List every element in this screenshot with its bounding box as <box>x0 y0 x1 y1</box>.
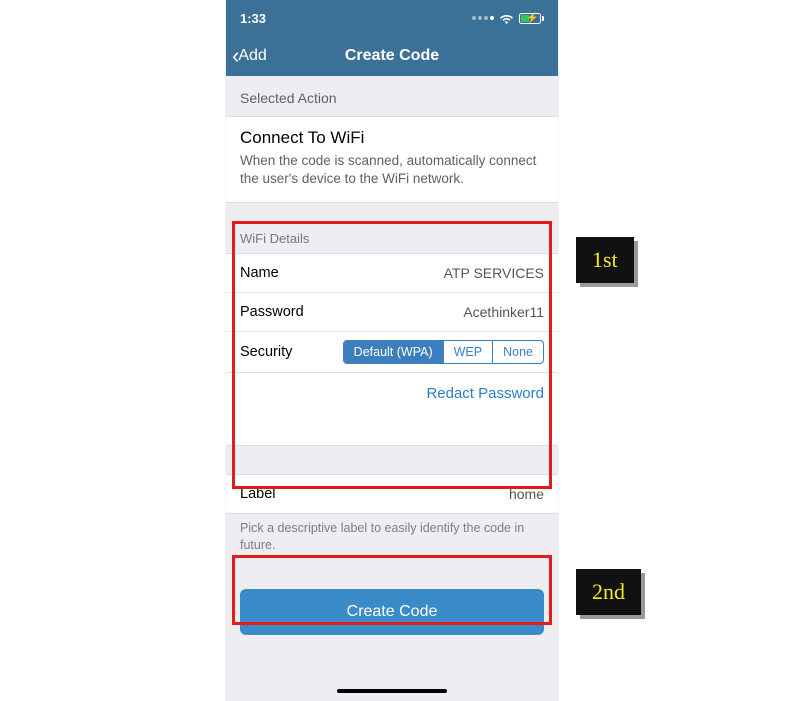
status-bar: 1:33 ⚡ <box>226 0 558 36</box>
battery-icon: ⚡ <box>519 13 544 24</box>
action-title: Connect To WiFi <box>240 128 544 148</box>
label-field-value: home <box>509 486 544 502</box>
wifi-security-row: Security Default (WPA) WEP None <box>226 332 558 372</box>
page-title: Create Code <box>345 47 439 65</box>
redact-row: Redact Password <box>226 373 558 446</box>
wifi-name-value: ATP SERVICES <box>444 265 544 281</box>
annotation-badge-2: 2nd <box>576 569 641 615</box>
wifi-password-value: Acethinker11 <box>463 304 544 320</box>
selected-action-block: Connect To WiFi When the code is scanned… <box>226 116 558 203</box>
wifi-name-row[interactable]: Name ATP SERVICES <box>226 254 558 293</box>
wifi-password-row[interactable]: Password Acethinker11 <box>226 293 558 332</box>
phone-screen: 1:33 ⚡ ‹ Add Create Code Selected Action… <box>226 0 558 701</box>
back-button[interactable]: ‹ Add <box>232 36 267 76</box>
nav-bar: ‹ Add Create Code <box>226 36 558 76</box>
label-help-text: Pick a descriptive label to easily ident… <box>226 514 558 578</box>
back-label: Add <box>238 47 266 65</box>
create-code-button[interactable]: Create Code <box>240 589 544 635</box>
label-field-label: Label <box>240 486 275 502</box>
security-option-wep[interactable]: WEP <box>443 341 492 363</box>
security-segmented-control: Default (WPA) WEP None <box>343 340 544 364</box>
home-indicator[interactable] <box>337 689 447 693</box>
status-time: 1:33 <box>240 11 266 26</box>
cell-signal-icon <box>472 16 494 20</box>
security-option-default[interactable]: Default (WPA) <box>344 341 443 363</box>
wifi-name-label: Name <box>240 265 279 281</box>
wifi-icon <box>499 13 514 24</box>
selected-action-header: Selected Action <box>226 76 558 116</box>
redact-password-link[interactable]: Redact Password <box>426 385 544 402</box>
security-option-none[interactable]: None <box>492 341 543 363</box>
action-description: When the code is scanned, automatically … <box>240 152 544 188</box>
wifi-details-group: Name ATP SERVICES Password Acethinker11 … <box>226 253 558 373</box>
annotation-badge-1: 1st <box>576 237 634 283</box>
label-row[interactable]: Label home <box>226 475 558 513</box>
label-group: Label home <box>226 474 558 514</box>
wifi-password-label: Password <box>240 304 304 320</box>
wifi-security-label: Security <box>240 344 292 360</box>
wifi-details-header: WiFi Details <box>226 221 558 253</box>
status-right: ⚡ <box>472 13 544 24</box>
